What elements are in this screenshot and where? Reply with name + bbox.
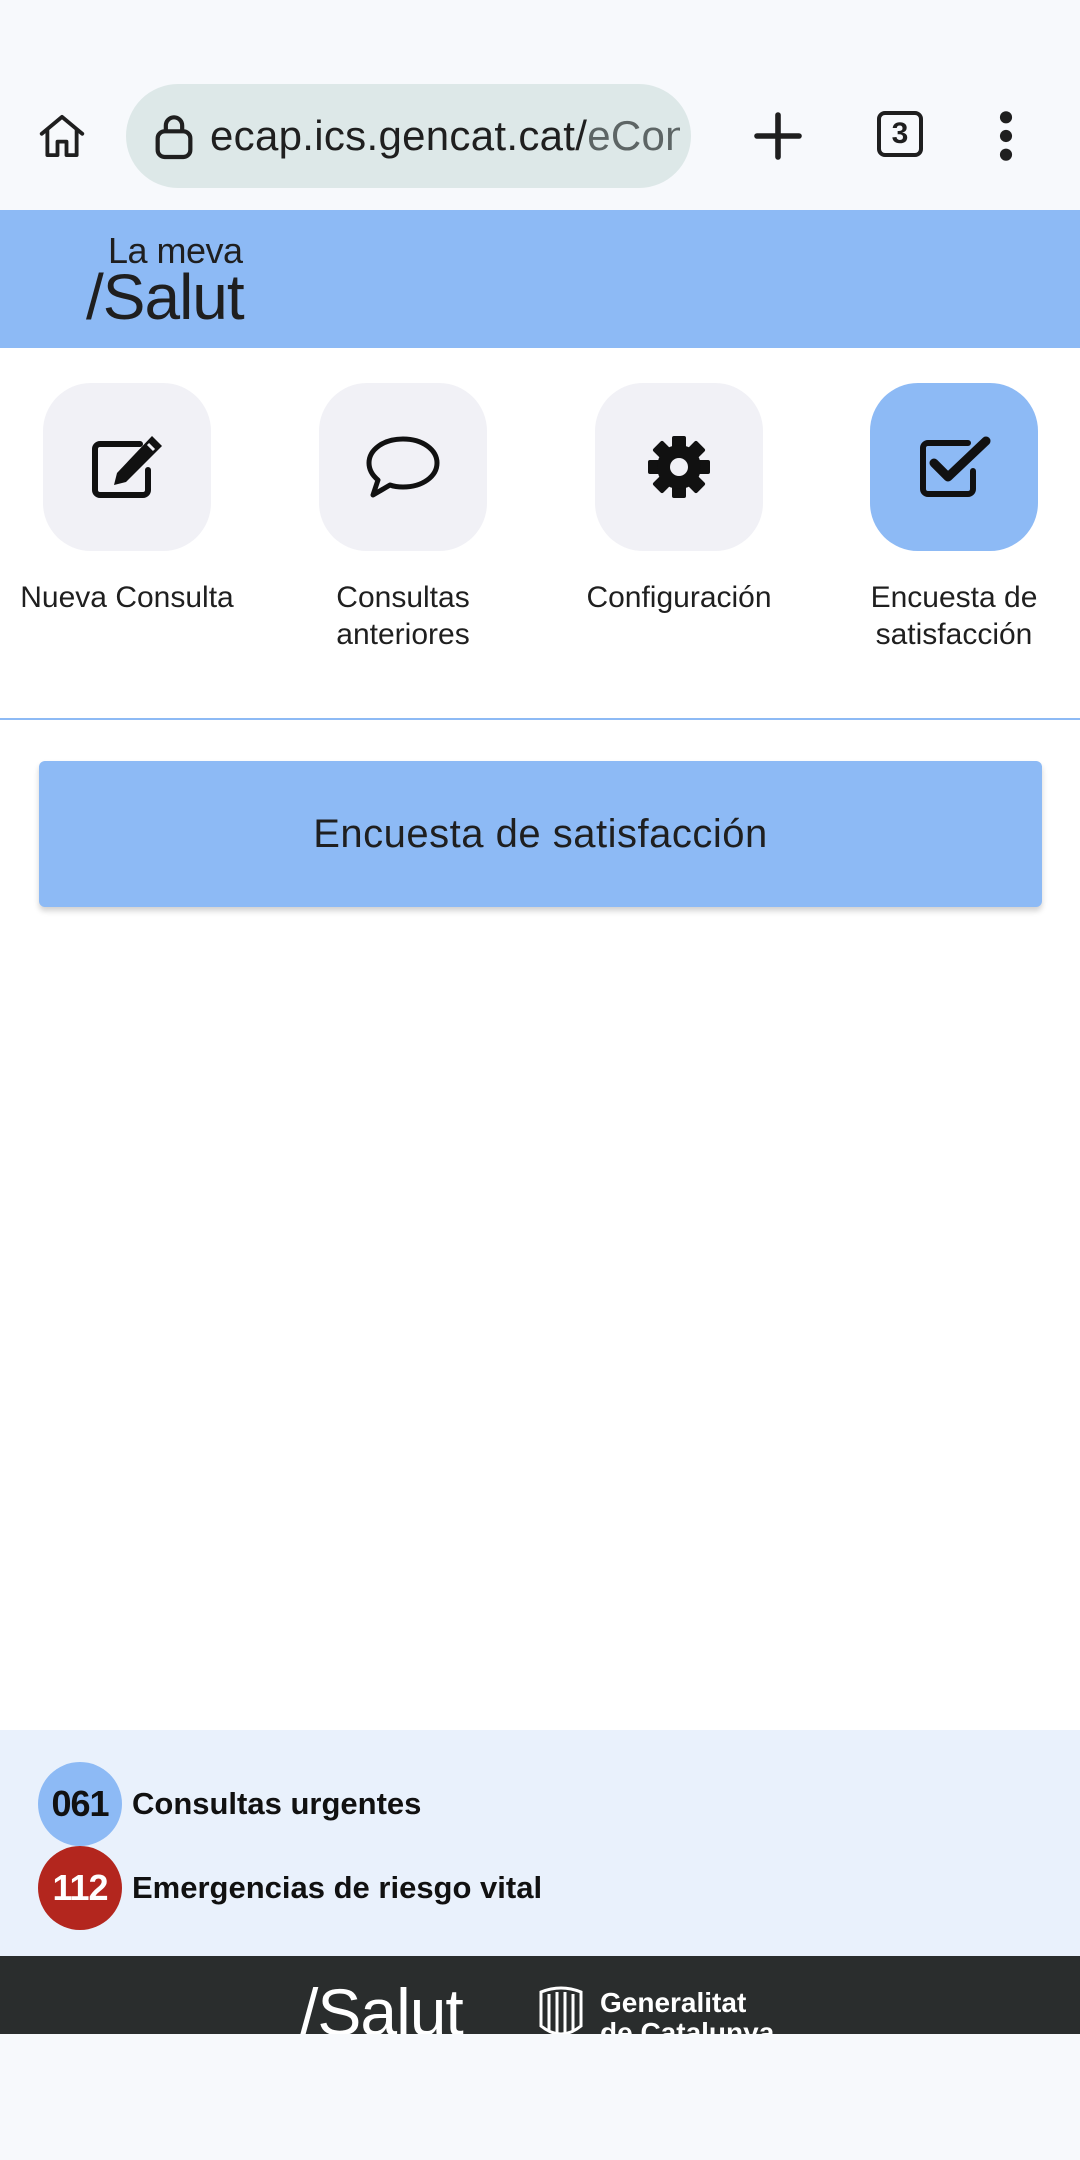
url-main: ecap.ics.gencat.cat/ [210, 112, 588, 159]
nav-item-encuesta[interactable]: Encuesta de satisfacción [844, 383, 1064, 653]
url-tail: eCon [587, 112, 680, 159]
nav-item-configuracion[interactable]: Configuración [569, 383, 789, 616]
nav-label: Encuesta de satisfacción [870, 581, 1038, 651]
footer-brand[interactable]: /Salut [300, 1974, 464, 2034]
site-footer: /Salut Generalitat de Catalunya [0, 1956, 1080, 2034]
gear-icon [648, 436, 710, 498]
more-vert-icon[interactable] [990, 108, 1022, 164]
chat-bubble-icon [366, 436, 440, 498]
nav-tile[interactable] [43, 383, 211, 551]
nav-item-nueva-consulta[interactable]: Nueva Consulta [17, 383, 237, 616]
nav-label: Configuración [586, 581, 772, 614]
edit-icon [92, 436, 162, 498]
emergency-row-112[interactable]: 112 Emergencias de riesgo vital [38, 1846, 542, 1930]
tabs-button[interactable]: 3 [877, 111, 923, 157]
survey-banner: Encuesta de satisfacción [39, 761, 1042, 907]
nav-label: Nueva Consulta [20, 581, 234, 614]
icon-nav: Nueva Consulta Consultas anteriores Conf… [0, 348, 1080, 720]
nav-tile[interactable] [319, 383, 487, 551]
nav-tile[interactable] [595, 383, 763, 551]
nav-label: Consultas anteriores [336, 581, 470, 651]
browser-toolbar: ecap.ics.gencat.cat/eCon 3 [0, 0, 1080, 210]
home-icon [39, 114, 85, 158]
nav-item-consultas-anteriores[interactable]: Consultas anteriores [293, 383, 513, 653]
home-button[interactable] [30, 104, 94, 168]
address-bar[interactable]: ecap.ics.gencat.cat/eCon [126, 84, 691, 188]
gencat-logo-icon [539, 1986, 583, 2034]
phone-badge-061[interactable]: 061 [38, 1762, 122, 1846]
emergency-text: Consultas urgentes [132, 1786, 422, 1821]
main-content: Encuesta de satisfacción [0, 720, 1080, 1730]
url-text: ecap.ics.gencat.cat/eCon [210, 84, 680, 188]
site-header: La meva /Salut [0, 210, 1080, 348]
lock-icon [155, 115, 193, 160]
emergency-panel: 061 Consultas urgentes 112 Emergencias d… [0, 1730, 1080, 1956]
gov-line-1: Generalitat [600, 1987, 747, 2018]
emergency-row-061[interactable]: 061 Consultas urgentes [38, 1762, 421, 1846]
gencat-text: Generalitat de Catalunya [600, 1987, 775, 2035]
phone-badge-112[interactable]: 112 [38, 1846, 122, 1930]
new-tab-button[interactable] [750, 108, 806, 164]
brand-logo[interactable]: /Salut [86, 260, 245, 334]
emergency-text: Emergencias de riesgo vital [132, 1870, 543, 1905]
bottom-blank-area [0, 2034, 1080, 2160]
checkbox-icon [920, 436, 991, 497]
nav-tile-active[interactable] [870, 383, 1038, 551]
gov-line-2: de Catalunya [600, 2017, 775, 2035]
